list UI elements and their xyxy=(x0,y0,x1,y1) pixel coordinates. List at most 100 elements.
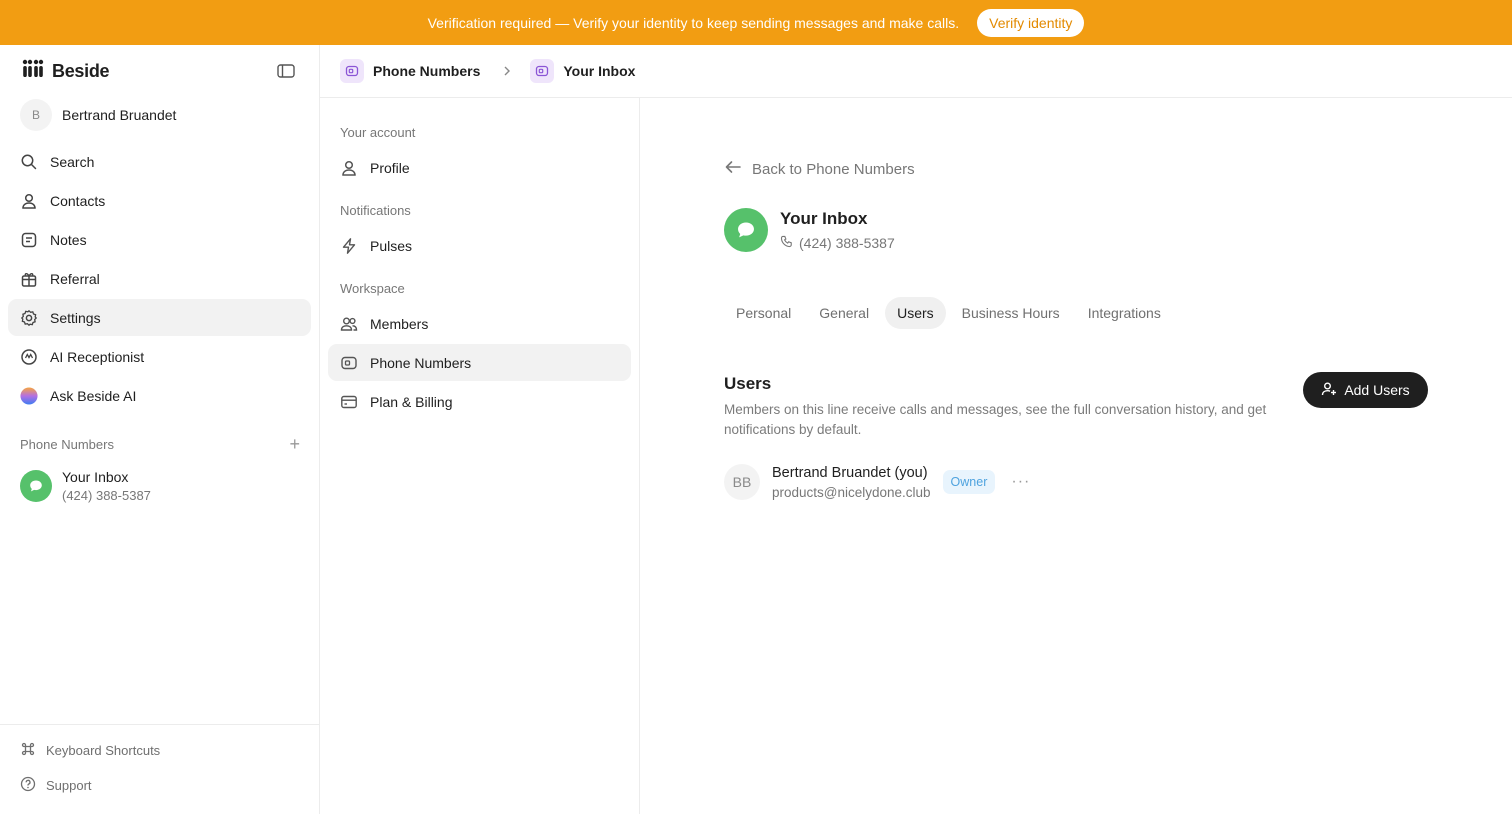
support-label: Support xyxy=(46,778,92,793)
sidebar-item-label: Settings xyxy=(50,309,101,326)
sidebar: Beside B Bertrand Bruandet Search Contac… xyxy=(0,45,320,814)
chat-bubble-icon xyxy=(20,470,52,502)
bolt-icon xyxy=(340,237,358,255)
inbox-phone-row: (424) 388-5387 xyxy=(780,235,895,251)
menu-item-label: Phone Numbers xyxy=(370,354,472,371)
inbox-phone: (424) 388-5387 xyxy=(62,488,151,503)
table-row: BB Bertrand Bruandet (you) products@nice… xyxy=(724,464,1030,500)
breadcrumb-label: Your Inbox xyxy=(563,63,636,79)
sidebar-nav: Search Contacts Notes Referral Settings … xyxy=(8,143,311,416)
users-section-title: Users xyxy=(724,374,772,393)
gift-icon xyxy=(20,270,38,288)
brand[interactable]: Beside xyxy=(22,59,110,84)
tab-personal[interactable]: Personal xyxy=(724,297,803,329)
inbox-phone: (424) 388-5387 xyxy=(799,235,895,251)
gear-icon xyxy=(20,309,38,327)
sidebar-item-label: Ask Beside AI xyxy=(50,387,137,404)
menu-item-label: Plan & Billing xyxy=(370,393,453,410)
tab-business-hours[interactable]: Business Hours xyxy=(950,297,1072,329)
sidebar-item-referral[interactable]: Referral xyxy=(8,260,311,297)
card-icon xyxy=(340,393,358,411)
back-link-label: Back to Phone Numbers xyxy=(752,160,915,178)
phone-number-icon xyxy=(340,354,358,372)
command-icon xyxy=(20,741,36,760)
settings-menu: Your account Profile Notifications Pulse… xyxy=(320,98,640,814)
breadcrumb-phone-numbers[interactable]: Phone Numbers xyxy=(340,59,480,83)
sidebar-item-label: Search xyxy=(50,153,95,170)
avatar: BB xyxy=(724,464,760,500)
tab-general[interactable]: General xyxy=(807,297,881,329)
sidebar-item-ask-beside-ai[interactable]: Ask Beside AI xyxy=(8,377,311,414)
inbox-name: Your Inbox xyxy=(62,469,129,485)
brand-name: Beside xyxy=(52,61,110,81)
member-name: Bertrand Bruandet (you) xyxy=(772,464,928,481)
menu-item-label: Members xyxy=(370,315,429,332)
sidebar-item-ai-receptionist[interactable]: AI Receptionist xyxy=(8,338,311,375)
menu-item-members[interactable]: Members xyxy=(328,305,631,342)
notes-icon xyxy=(20,231,38,249)
menu-item-pulses[interactable]: Pulses xyxy=(328,227,631,264)
breadcrumb-label: Phone Numbers xyxy=(373,63,481,79)
menu-section-label: Notifications xyxy=(340,203,411,218)
keyboard-shortcuts-label: Keyboard Shortcuts xyxy=(46,743,161,758)
breadcrumb: Phone Numbers Your Inbox xyxy=(320,45,1512,98)
phone-number-icon xyxy=(340,59,364,83)
user-name: Bertrand Bruandet xyxy=(62,107,177,123)
members-icon xyxy=(340,315,358,333)
user-icon xyxy=(340,159,358,177)
sidebar-item-label: Contacts xyxy=(50,192,106,209)
settings-tabs: Personal General Users Business Hours In… xyxy=(724,297,1173,329)
banner-text: Verification required — Verify your iden… xyxy=(427,14,960,31)
menu-section-label: Workspace xyxy=(340,281,405,296)
gradient-orb-icon xyxy=(20,386,38,405)
menu-item-phone-numbers[interactable]: Phone Numbers xyxy=(328,344,631,381)
sidebar-item-label: AI Receptionist xyxy=(50,348,145,365)
add-phone-number-icon[interactable]: + xyxy=(289,435,300,453)
menu-section-label: Your account xyxy=(340,125,416,140)
sidebar-footer: Keyboard Shortcuts Support xyxy=(0,724,319,803)
ai-icon xyxy=(20,348,38,366)
users-section-description: Members on this line receive calls and m… xyxy=(724,402,1267,437)
sidebar-item-label: Notes xyxy=(50,231,87,248)
phone-number-icon xyxy=(530,59,555,83)
sidebar-inbox-item[interactable]: Your Inbox (424) 388-5387 xyxy=(20,469,151,503)
section-label: Phone Numbers xyxy=(20,436,114,452)
avatar: B xyxy=(20,99,52,131)
keyboard-shortcuts-link[interactable]: Keyboard Shortcuts xyxy=(0,733,319,768)
more-options-icon[interactable]: ··· xyxy=(1011,473,1030,491)
help-icon xyxy=(20,776,36,795)
inbox-header: Your Inbox (424) 388-5387 xyxy=(724,208,895,252)
member-email: products@nicelydone.club xyxy=(772,484,931,500)
main-content: Back to Phone Numbers Your Inbox (424) 3… xyxy=(640,98,1512,814)
tab-integrations[interactable]: Integrations xyxy=(1076,297,1173,329)
add-users-button[interactable]: Add Users xyxy=(1303,372,1428,408)
chevron-right-icon xyxy=(502,65,512,77)
verification-banner: Verification required — Verify your iden… xyxy=(0,0,1512,45)
support-link[interactable]: Support xyxy=(0,768,319,803)
tab-users[interactable]: Users xyxy=(885,297,946,329)
sidebar-item-contacts[interactable]: Contacts xyxy=(8,182,311,219)
phone-numbers-section-header: Phone Numbers + xyxy=(20,435,300,453)
sidebar-item-notes[interactable]: Notes xyxy=(8,221,311,258)
current-user[interactable]: B Bertrand Bruandet xyxy=(20,99,176,131)
menu-item-profile[interactable]: Profile xyxy=(328,149,631,186)
page-title: Your Inbox xyxy=(780,209,868,228)
sidebar-item-settings[interactable]: Settings xyxy=(8,299,311,336)
add-users-label: Add Users xyxy=(1344,382,1410,398)
sidebar-item-label: Referral xyxy=(50,270,100,287)
beside-logo-icon xyxy=(22,59,44,84)
add-user-icon xyxy=(1321,381,1337,400)
contacts-icon xyxy=(20,192,38,210)
menu-item-plan-billing[interactable]: Plan & Billing xyxy=(328,383,631,420)
menu-item-label: Profile xyxy=(370,159,410,176)
breadcrumb-your-inbox[interactable]: Your Inbox xyxy=(530,59,635,83)
chat-bubble-icon xyxy=(724,208,768,252)
status-badge: Owner xyxy=(942,470,996,494)
verify-identity-button[interactable]: Verify identity xyxy=(977,8,1085,37)
search-icon xyxy=(20,153,38,171)
back-to-phone-numbers-link[interactable]: Back to Phone Numbers xyxy=(724,160,915,178)
sidebar-toggle-icon[interactable] xyxy=(276,61,296,81)
phone-icon xyxy=(780,235,793,251)
menu-item-label: Pulses xyxy=(370,237,413,254)
sidebar-item-search[interactable]: Search xyxy=(8,143,311,180)
